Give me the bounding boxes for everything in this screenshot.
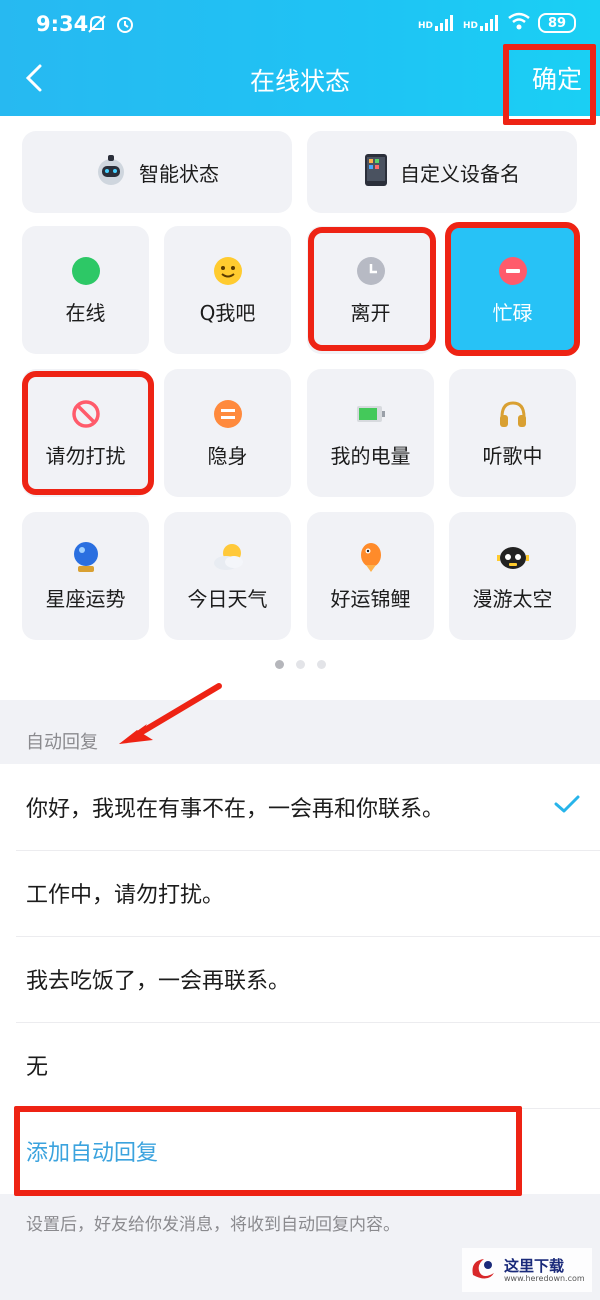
koi-icon xyxy=(355,541,387,573)
logo-swirl-icon xyxy=(468,1253,498,1287)
status-invisible[interactable]: 隐身 xyxy=(164,369,291,497)
robot-icon xyxy=(95,153,127,192)
weather-icon xyxy=(212,541,244,573)
alarm-icon xyxy=(114,13,136,39)
status-listening-music[interactable]: 听歌中 xyxy=(449,369,576,497)
custom-device-name-label: 自定义设备名 xyxy=(400,161,520,186)
status-label: 星座运势 xyxy=(45,586,126,611)
signal-icon: HD xyxy=(418,15,455,31)
battery-indicator: 89 xyxy=(538,13,576,33)
status-label: 今日天气 xyxy=(187,586,268,611)
battery-icon xyxy=(355,398,387,430)
smart-status-label: 智能状态 xyxy=(139,161,219,186)
status-online[interactable]: 在线 xyxy=(22,226,149,354)
page-indicator xyxy=(0,660,600,669)
auto-reply-text: 我去吃饭了，一会再联系。 xyxy=(26,969,291,994)
status-weather[interactable]: 今日天气 xyxy=(164,512,291,640)
annotation-box-away xyxy=(308,227,436,351)
status-label: 隐身 xyxy=(207,443,248,468)
status-label: 听歌中 xyxy=(482,443,543,468)
annotation-box-add-reply xyxy=(14,1106,522,1196)
checkmark-icon xyxy=(554,794,580,820)
status-time: 9:34 xyxy=(36,12,89,36)
auto-reply-option[interactable]: 我去吃饭了，一会再联系。 xyxy=(0,936,600,1022)
status-space-roaming[interactable]: 漫游太空 xyxy=(449,512,576,640)
watermark-sub: www.heredown.com xyxy=(504,1273,585,1283)
status-label: 在线 xyxy=(65,300,106,325)
annotation-box-dnd xyxy=(22,371,154,495)
status-lucky-koi[interactable]: 好运锦鲤 xyxy=(307,512,434,640)
status-label: 漫游太空 xyxy=(472,586,553,611)
online-dot-icon xyxy=(70,255,102,287)
auto-reply-option[interactable]: 你好，我现在有事不在，一会再和你联系。 xyxy=(0,764,600,850)
phone-icon xyxy=(364,153,388,192)
annotation-box-busy xyxy=(445,222,580,356)
page-dot-active xyxy=(274,660,284,669)
page-dot xyxy=(316,660,326,669)
smile-icon xyxy=(212,255,244,287)
watermark-logo: 这里下载 www.heredown.com xyxy=(462,1248,592,1292)
wifi-icon xyxy=(508,12,530,34)
status-bar: 9:34 HD HD 89 xyxy=(0,0,600,48)
auto-reply-option[interactable]: 工作中，请勿打扰。 xyxy=(0,850,600,936)
custom-device-name-tile[interactable]: 自定义设备名 xyxy=(307,131,577,213)
auto-reply-text: 无 xyxy=(26,1055,49,1080)
astronaut-icon xyxy=(496,541,529,573)
auto-reply-text: 你好，我现在有事不在，一会再和你联系。 xyxy=(26,797,445,822)
status-label: 好运锦鲤 xyxy=(330,586,411,611)
annotation-arrow-icon xyxy=(119,683,222,744)
signal-icon-2: HD xyxy=(463,15,500,31)
auto-reply-section-label: 自动回复 xyxy=(26,732,98,753)
status-label: 我的电量 xyxy=(330,443,411,468)
status-horoscope[interactable]: 星座运势 xyxy=(22,512,149,640)
smart-status-tile[interactable]: 智能状态 xyxy=(22,131,292,213)
status-q-me[interactable]: Q我吧 xyxy=(164,226,291,354)
equals-circle-icon xyxy=(212,398,244,430)
mute-icon xyxy=(86,13,108,39)
headphones-icon xyxy=(497,398,529,430)
annotation-box-confirm xyxy=(503,44,596,125)
auto-reply-option[interactable]: 无 xyxy=(0,1022,600,1108)
status-battery[interactable]: 我的电量 xyxy=(307,369,434,497)
status-label: Q我吧 xyxy=(199,300,256,325)
status-right: HD HD 89 xyxy=(418,12,576,34)
crystal-ball-icon xyxy=(70,541,102,573)
auto-reply-note: 设置后，好友给你发消息，将收到自动回复内容。 xyxy=(26,1215,400,1235)
page-dot xyxy=(295,660,305,669)
watermark-text: 这里下载 xyxy=(504,1256,565,1275)
auto-reply-text: 工作中，请勿打扰。 xyxy=(26,883,225,908)
